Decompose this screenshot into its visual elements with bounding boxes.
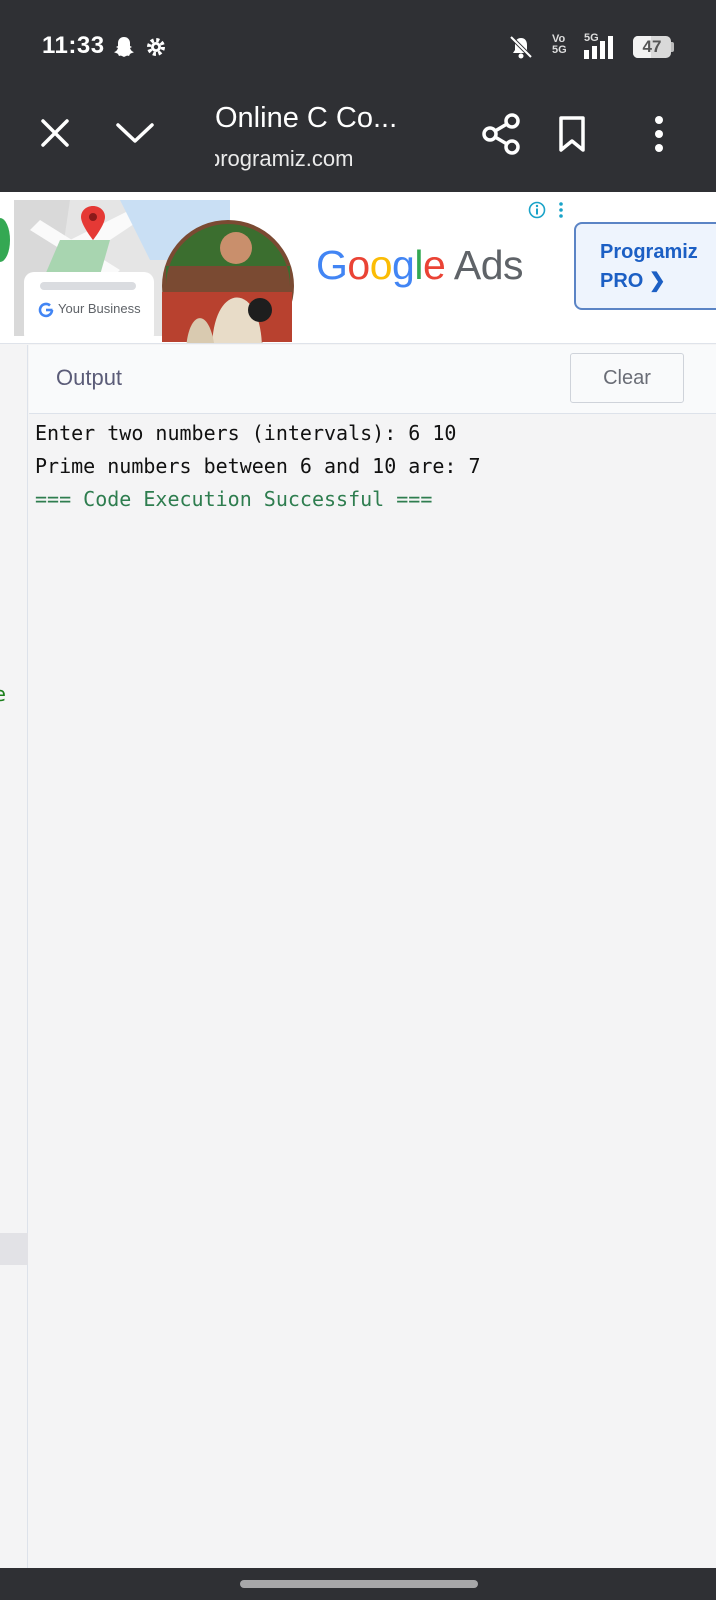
output-header: Output Clear xyxy=(29,345,716,414)
output-title: Output xyxy=(56,365,123,390)
signal-icon xyxy=(584,36,613,59)
output-panel: Output Clear Enter two numbers (interval… xyxy=(29,345,716,1568)
ad-info-icon[interactable] xyxy=(528,200,568,220)
status-time: 11:33 xyxy=(42,32,105,59)
logo-letter-4: g xyxy=(392,242,415,288)
status-bar: 11:33 Vo 5G 5G 47 xyxy=(0,0,716,92)
editor-edge[interactable]: e xyxy=(0,345,28,1568)
output-line: Prime numbers between 6 and 10 are: 7 xyxy=(35,454,481,478)
logo-letter-2: o xyxy=(347,242,370,288)
clear-button[interactable]: Clear xyxy=(570,353,684,403)
volte-icon: Vo 5G xyxy=(552,33,567,56)
home-gesture-bar[interactable] xyxy=(240,1580,478,1588)
editor-line-highlight xyxy=(0,1233,28,1265)
logo-letter-1: G xyxy=(316,242,348,288)
more-options-icon[interactable] xyxy=(652,114,666,154)
snapchat-icon xyxy=(114,37,134,57)
execution-status-line: === Code Execution Successful === xyxy=(35,487,433,511)
pro-button-line2: PRO ❯ xyxy=(600,270,666,292)
logo-suffix: Ads xyxy=(445,242,524,288)
settings-gear-icon xyxy=(147,38,165,56)
ad-banner[interactable]: Your Business Google Ads Programiz PRO ❯ xyxy=(0,192,716,344)
ad-business-graphic xyxy=(0,200,294,343)
battery-icon: 47 xyxy=(633,36,671,58)
page-url-text: programiz.com xyxy=(215,146,354,171)
google-g-icon xyxy=(38,302,54,318)
pro-button-line1: Programiz xyxy=(600,241,698,263)
bookmark-icon[interactable] xyxy=(556,114,588,154)
share-icon[interactable] xyxy=(480,112,522,156)
ad-business-label: Your Business xyxy=(58,301,141,316)
battery-level: 47 xyxy=(642,37,662,56)
logo-letter-3: o xyxy=(369,242,393,288)
output-console[interactable]: Enter two numbers (intervals): 6 10 Prime… xyxy=(35,417,481,516)
close-icon[interactable] xyxy=(38,116,72,150)
logo-letter-6: e xyxy=(422,242,446,288)
chevron-down-icon[interactable] xyxy=(114,120,156,146)
battery-tip xyxy=(671,42,674,52)
google-ads-logo: Google Ads xyxy=(316,242,524,289)
page-url[interactable]: programiz.com xyxy=(215,146,375,172)
editor-edge-char: e xyxy=(0,682,7,706)
output-line: Enter two numbers (intervals): 6 10 xyxy=(35,421,457,445)
logo-letter-5: l xyxy=(414,242,423,288)
programiz-pro-button[interactable]: Programiz PRO ❯ xyxy=(574,222,716,310)
navigation-bar xyxy=(0,1568,716,1600)
browser-toolbar: Online C Co... programiz.com xyxy=(0,92,716,192)
mute-icon xyxy=(509,35,533,59)
page-title[interactable]: Online C Co... xyxy=(215,102,397,135)
